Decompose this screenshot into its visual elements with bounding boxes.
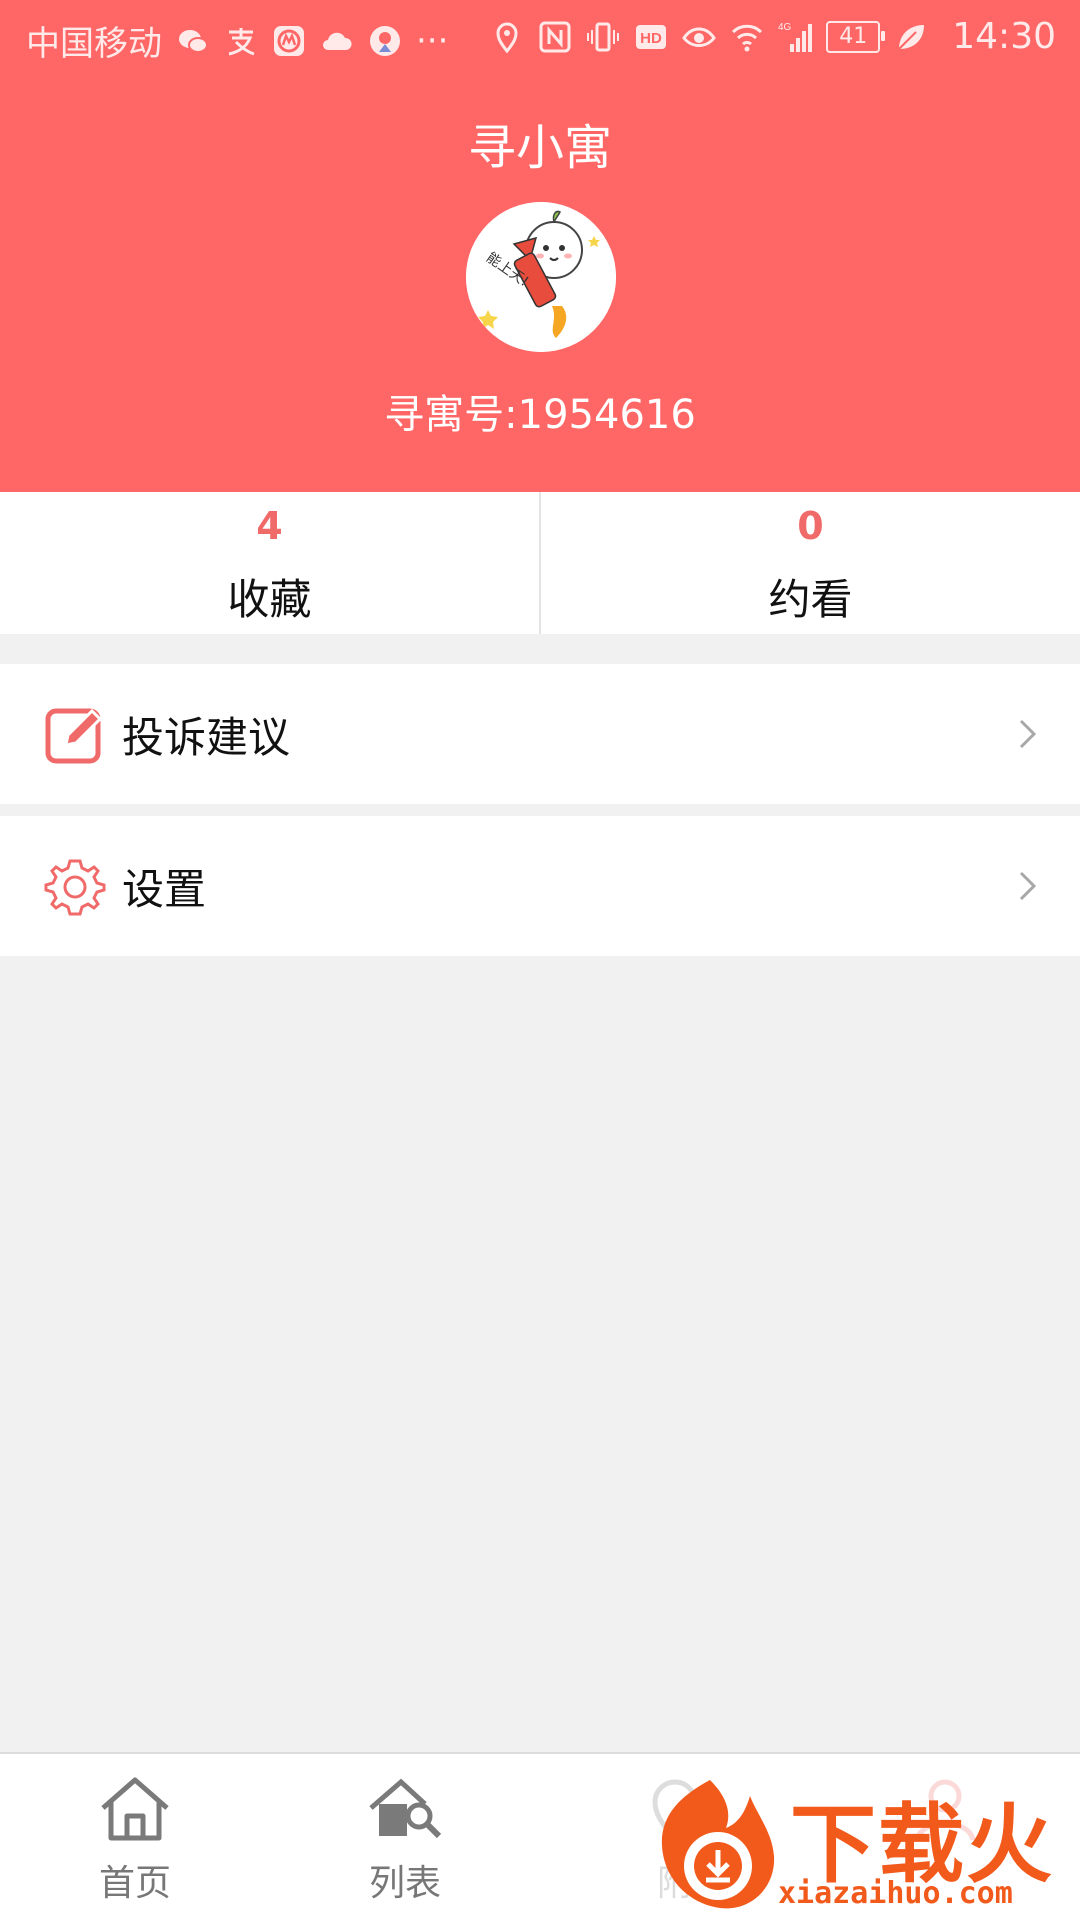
more-notifications: ··· bbox=[416, 20, 449, 61]
menu-item-settings[interactable]: 设置 bbox=[0, 816, 1080, 956]
tab-home[interactable]: 首页 bbox=[0, 1754, 270, 1922]
carrier-label: 中国移动 bbox=[26, 24, 162, 64]
menu-item-label: 设置 bbox=[122, 864, 207, 914]
eye-icon bbox=[682, 20, 717, 54]
watermark: 下载火 xiazaihuo.com bbox=[640, 1770, 1080, 1920]
cloud-icon bbox=[320, 24, 354, 58]
stats-bar: 4 收藏 0 约看 bbox=[0, 492, 1080, 634]
watermark-logo-icon bbox=[661, 1780, 775, 1909]
profile-header: 中国移动 ··· HD 4G 41 14:30 寻小寓 能上天! 寻寓号:195… bbox=[0, 0, 1080, 492]
alipay-icon bbox=[224, 24, 258, 58]
status-bar: 中国移动 ··· HD 4G 41 14:30 bbox=[0, 0, 1080, 72]
home-icon bbox=[97, 1774, 173, 1844]
page-title: 寻小寓 bbox=[467, 120, 612, 176]
stat-favorites[interactable]: 4 收藏 bbox=[0, 492, 539, 634]
favorites-label: 收藏 bbox=[227, 575, 312, 624]
map-app-icon bbox=[368, 24, 402, 58]
signal-icon: 4G bbox=[778, 20, 813, 54]
nfc-icon bbox=[538, 20, 572, 54]
vibrate-icon bbox=[586, 20, 620, 54]
menu-item-feedback[interactable]: 投诉建议 bbox=[0, 664, 1080, 804]
leaf-icon bbox=[894, 20, 928, 54]
house-search-icon bbox=[367, 1774, 443, 1844]
tab-label: 列表 bbox=[368, 1863, 441, 1904]
chevron-right-icon bbox=[1016, 866, 1040, 906]
viewings-label: 约看 bbox=[768, 575, 853, 624]
gear-icon bbox=[44, 855, 106, 917]
tab-label: 首页 bbox=[98, 1863, 171, 1904]
edit-icon bbox=[44, 703, 106, 765]
clock: 14:30 bbox=[952, 16, 1056, 57]
wifi-icon bbox=[730, 20, 764, 54]
avatar[interactable]: 能上天! bbox=[466, 202, 616, 352]
menu-item-label: 投诉建议 bbox=[122, 712, 291, 762]
wechat-icon bbox=[176, 24, 210, 58]
account-id: 寻寓号:1954616 bbox=[384, 392, 696, 438]
favorites-count: 4 bbox=[256, 504, 283, 548]
tab-list[interactable]: 列表 bbox=[270, 1754, 540, 1922]
svg-text:4G: 4G bbox=[778, 22, 792, 33]
hd-icon: HD bbox=[634, 20, 668, 54]
metro-icon bbox=[272, 24, 306, 58]
viewings-count: 0 bbox=[797, 504, 824, 548]
watermark-url: xiazaihuo.com bbox=[778, 1876, 1013, 1911]
battery-indicator: 41 bbox=[826, 20, 886, 53]
chevron-right-icon bbox=[1016, 714, 1040, 754]
location-pin-icon bbox=[490, 20, 524, 54]
stat-viewings[interactable]: 0 约看 bbox=[539, 492, 1080, 634]
svg-text:HD: HD bbox=[640, 30, 662, 47]
